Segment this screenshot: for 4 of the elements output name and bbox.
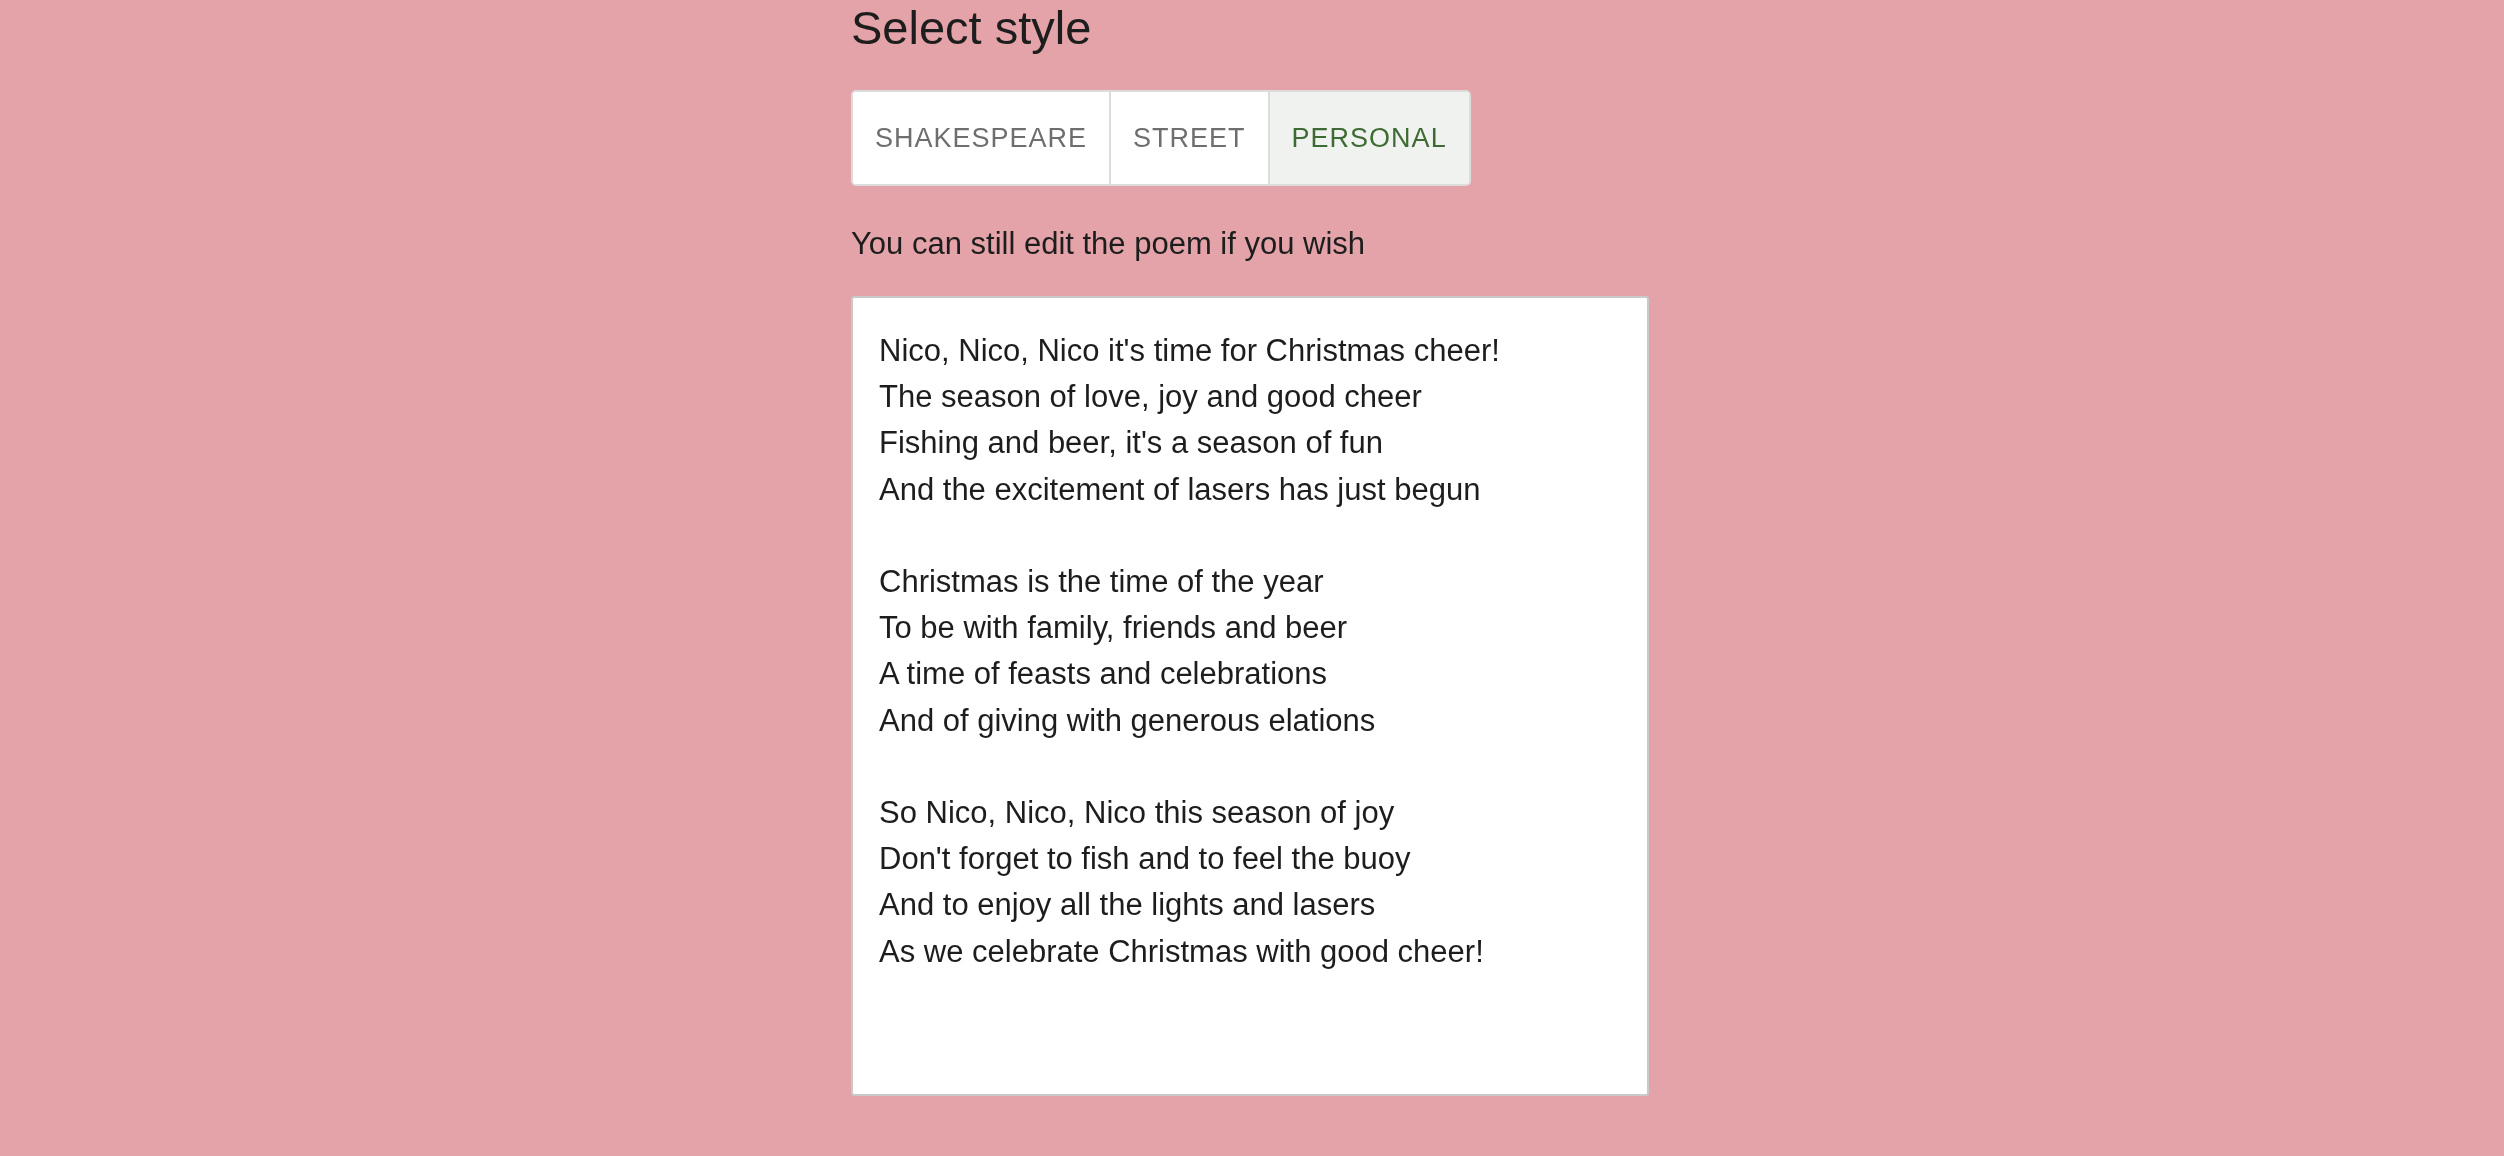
instruction-text: You can still edit the poem if you wish xyxy=(851,226,1366,262)
style-tab[interactable]: PERSONAL xyxy=(1267,92,1469,184)
section-heading: Select style xyxy=(851,2,1092,54)
poem-text-field[interactable]: Nico, Nico, Nico it's time for Christmas cheer! The season of love, joy and good cheer Fishing and beer, it's a season of fun And the excitement of lasers has just begun Christmas is the time of the year To be with family, friends and beer A time of feasts and celebrations And of giving with generous elations So Nico, Nico, Nico this season of joy Don't forget to fish and to feel the buoy And to enjoy all the lights and lasers As we celebrate Christmas with good cheer! xyxy=(851,296,1649,1096)
